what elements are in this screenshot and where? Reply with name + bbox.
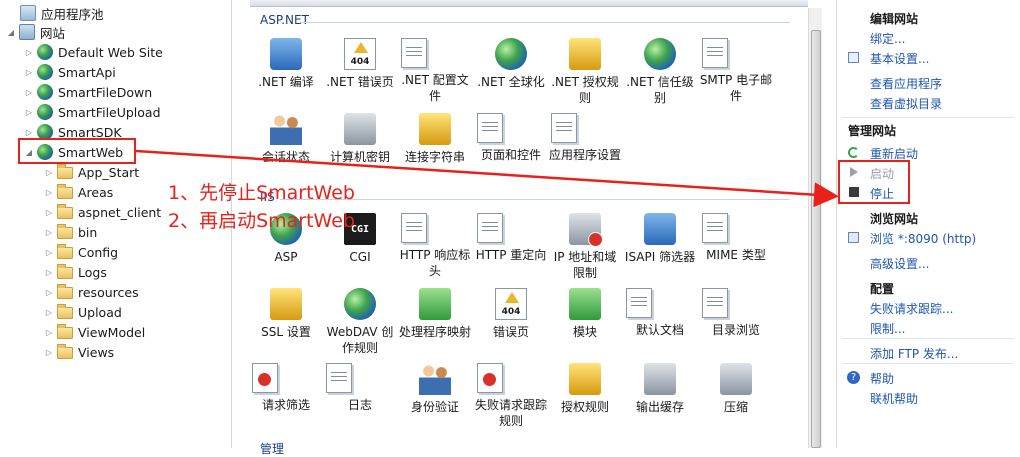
annotation-step2: 2、再启动SmartWeb: [168, 210, 355, 232]
annotation-arrow: [135, 149, 839, 208]
annotation-step1: 1、先停止SmartWeb: [168, 182, 355, 204]
